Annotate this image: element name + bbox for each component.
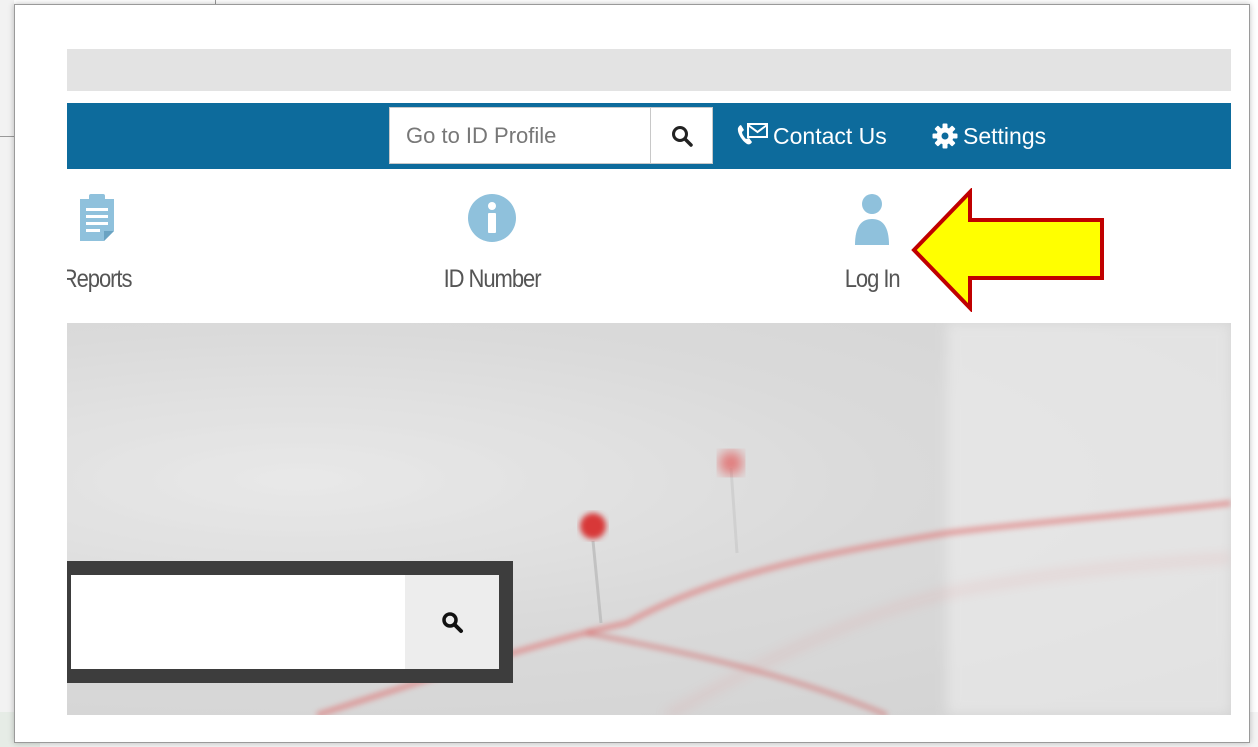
top-nav-bar: Contact Us [67,103,1231,169]
settings-label: Settings [963,122,1047,149]
hero-search-box [67,561,513,683]
browser-window: Contact Us [14,4,1250,743]
clipboard-icon [80,194,114,241]
search-icon [442,612,463,633]
contact-us-link[interactable]: Contact Us [735,103,887,169]
reports-label: Reports [67,265,133,293]
hero-search-button[interactable] [405,575,499,669]
log-in-label: Log In [844,265,901,293]
id-profile-search-button[interactable] [650,108,712,163]
header-gray-bar [67,49,1231,91]
id-number-label: ID Number [443,265,542,293]
hero-banner [67,323,1231,715]
info-icon [468,194,516,242]
backdrop-left [0,0,14,747]
id-profile-search [389,107,713,164]
gear-icon [932,123,958,149]
hero-search-input[interactable] [71,575,405,669]
settings-link[interactable]: Settings [931,103,1046,169]
reports-link[interactable]: Reports [67,169,157,323]
contact-us-label: Contact Us [773,122,887,149]
hero-search-field-wrap [71,575,499,669]
page-content: Contact Us [67,49,1231,715]
search-icon [671,125,693,147]
arrow-left-icon [911,188,1104,312]
user-icon [855,194,889,245]
id-number-link[interactable]: ID Number [417,169,567,323]
id-profile-input[interactable] [390,108,649,163]
phone-mail-icon [737,123,768,145]
